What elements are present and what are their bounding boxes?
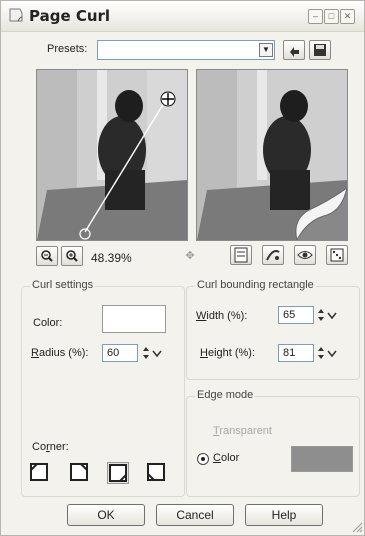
- spin-arrows-icon: [318, 347, 337, 359]
- save-preset-button[interactable]: [309, 40, 331, 60]
- curl-color-swatch[interactable]: [102, 305, 166, 333]
- presets-combobox[interactable]: [97, 40, 275, 60]
- presets-dropdown-icon[interactable]: ▼: [259, 43, 273, 57]
- cancel-button[interactable]: Cancel: [156, 504, 234, 526]
- dog-photo-curled: [197, 70, 347, 240]
- randomize-dice-button[interactable]: [326, 245, 348, 265]
- corner-bottom-right-icon: [109, 464, 127, 482]
- resize-grip-icon[interactable]: [351, 521, 363, 533]
- spin-arrows-icon: [318, 309, 337, 321]
- proof-icon: [234, 247, 248, 263]
- curl-settings-title: Curl settings: [30, 279, 96, 291]
- transparent-option: Transparent: [213, 425, 272, 437]
- radio-selected-dot: [201, 457, 205, 461]
- minimize-icon[interactable]: –: [308, 9, 323, 24]
- height-spinner[interactable]: [315, 344, 339, 362]
- radius-value: 60: [107, 347, 120, 359]
- save-disk-icon: [314, 44, 326, 56]
- height-value: 81: [283, 347, 296, 359]
- radius-label: Radius (%):: [31, 347, 89, 359]
- corner-top-left-icon: [30, 463, 48, 481]
- zoom-in-button[interactable]: [61, 246, 83, 266]
- load-preset-icon: [290, 47, 299, 57]
- zoom-out-button[interactable]: [36, 246, 58, 266]
- corner-label: Corner:: [32, 441, 69, 453]
- load-preset-button[interactable]: [283, 40, 305, 60]
- page-curl-dialog: Page Curl – □ ✕ Presets: ▼ 48.39% ✥ Curl…: [0, 0, 365, 536]
- radius-spinner[interactable]: [140, 344, 164, 362]
- bounding-rect-title: Curl bounding rectangle: [195, 279, 316, 291]
- bounding-rect-group: Curl bounding rectangle: [186, 279, 360, 380]
- edge-mode-title: Edge mode: [195, 389, 256, 401]
- edge-color-label: Color: [213, 452, 240, 464]
- presets-label: Presets:: [47, 43, 88, 55]
- randomize-button[interactable]: [262, 245, 284, 265]
- zoom-out-icon: [41, 250, 53, 262]
- dice-icon: [330, 248, 344, 262]
- eye-icon: [297, 251, 313, 259]
- curl-color-label: Color:: [33, 317, 63, 329]
- corner-bottom-left-button[interactable]: [146, 462, 166, 482]
- randomize-icon: [266, 250, 280, 261]
- spin-arrows-icon: [143, 347, 162, 359]
- zoom-in-icon: [66, 250, 78, 262]
- close-icon[interactable]: ✕: [340, 9, 355, 24]
- color-radio[interactable]: [197, 453, 209, 465]
- corner-top-right-button[interactable]: [69, 462, 89, 482]
- page-curl-app-icon: [9, 8, 23, 22]
- corner-bottom-left-icon: [147, 463, 165, 481]
- edge-color-swatch[interactable]: [291, 446, 353, 472]
- width-value: 65: [283, 309, 296, 321]
- proof-button[interactable]: [230, 245, 252, 265]
- width-spinner[interactable]: [315, 306, 339, 324]
- window-title: Page Curl: [29, 7, 111, 25]
- dog-photo-original: [37, 70, 187, 240]
- height-input[interactable]: 81: [278, 344, 314, 362]
- height-label: Height (%):: [200, 347, 256, 359]
- width-input[interactable]: 65: [278, 306, 314, 324]
- width-label: Width (%):: [196, 310, 248, 322]
- pan-icon[interactable]: ✥: [181, 247, 199, 265]
- corner-top-right-icon: [70, 463, 88, 481]
- maximize-icon[interactable]: □: [324, 9, 339, 24]
- corner-top-left-button[interactable]: [29, 462, 49, 482]
- before-preview[interactable]: [36, 69, 188, 241]
- zoom-level: 48.39%: [91, 251, 132, 265]
- radius-input[interactable]: 60: [102, 344, 138, 362]
- title-bar: Page Curl – □ ✕: [1, 1, 364, 32]
- after-preview: [196, 69, 348, 241]
- drag-handle-icon[interactable]: [160, 91, 176, 107]
- preview-eye-button[interactable]: [294, 245, 316, 265]
- help-button[interactable]: Help: [245, 504, 323, 526]
- corner-bottom-right-button[interactable]: [107, 462, 129, 484]
- ok-button[interactable]: OK: [67, 504, 145, 526]
